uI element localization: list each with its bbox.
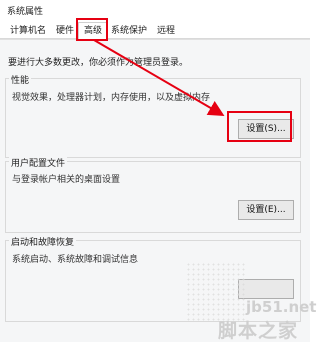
- title-bar: 系统属性: [0, 0, 310, 22]
- tab-hardware[interactable]: 硬件: [52, 24, 78, 38]
- user-profiles-description: 与登录帐户相关的桌面设置: [12, 175, 121, 185]
- watermark-pattern: [186, 262, 246, 322]
- user-profiles-group-title: 用户配置文件: [9, 156, 68, 169]
- tab-advanced[interactable]: 高级: [78, 22, 108, 40]
- performance-description: 视觉效果，处理器计划，内存使用，以及虚拟内存: [12, 93, 211, 103]
- startup-recovery-description: 系统启动、系统故障和调试信息: [12, 255, 139, 265]
- tab-system-protection[interactable]: 系统保护: [107, 24, 151, 38]
- tab-remote[interactable]: 远程: [153, 24, 179, 38]
- user-profiles-group: 用户配置文件 与登录帐户相关的桌面设置 设置(E)...: [5, 156, 301, 233]
- performance-group: 性能 视觉效果，处理器计划，内存使用，以及虚拟内存 设置(S)...: [5, 73, 301, 158]
- advanced-panel: 要进行大多数更改，你必须作为管理员登录。 性能 视觉效果，处理器计划，内存使用，…: [0, 39, 310, 342]
- window-title: 系统属性: [7, 7, 44, 17]
- performance-settings-button[interactable]: 设置(S)...: [238, 119, 294, 139]
- tab-computer-name[interactable]: 计算机名: [6, 24, 50, 38]
- tab-strip: 计算机名 硬件 高级 系统保护 远程: [0, 22, 310, 40]
- watermark-site: jb51.net: [246, 298, 317, 316]
- admin-notice: 要进行大多数更改，你必须作为管理员登录。: [8, 58, 189, 68]
- performance-group-title: 性能: [9, 73, 32, 86]
- watermark-name: 脚本之家: [218, 320, 299, 342]
- startup-recovery-settings-button[interactable]: [238, 279, 294, 299]
- startup-recovery-group-title: 启动和故障恢复: [9, 235, 77, 248]
- user-profiles-settings-button[interactable]: 设置(E)...: [238, 200, 294, 220]
